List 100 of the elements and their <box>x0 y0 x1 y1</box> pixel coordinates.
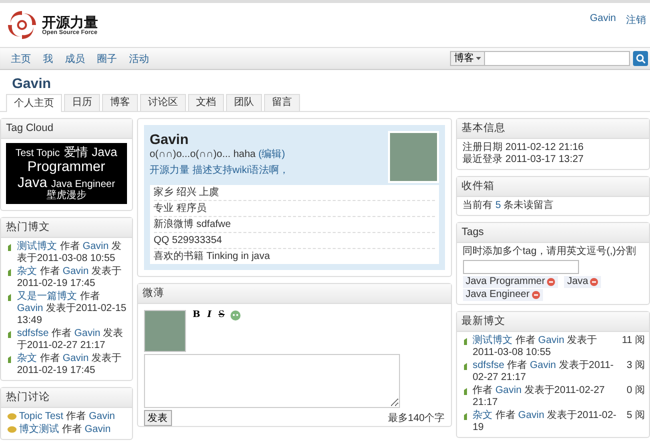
edit-link[interactable]: (编辑) <box>258 149 286 160</box>
avatar-photo-placeholder <box>144 310 186 352</box>
cloud-tag[interactable]: 爱情 <box>64 146 88 160</box>
author-link[interactable]: Gavin <box>84 424 111 435</box>
search-button[interactable] <box>633 51 648 66</box>
nav-link[interactable]: 圈子 <box>97 52 117 66</box>
blog-title-link[interactable]: 测试博文 <box>17 240 57 252</box>
format-button[interactable]: I <box>205 310 214 320</box>
status-text: o(∩∩)o...o(∩∩)o... haha <box>150 149 256 160</box>
nav-link[interactable]: 活动 <box>129 52 149 66</box>
blog-title-link[interactable]: 测试博文 <box>472 335 513 346</box>
topic-entry-text: 博文测试 作者 Gavin <box>19 424 111 436</box>
nav-link[interactable]: 成员 <box>65 52 85 66</box>
field-label: 喜欢的书籍 <box>154 251 204 262</box>
author-link[interactable]: Gavin <box>17 302 44 314</box>
field-value: Tinking in java <box>206 251 270 262</box>
author-link[interactable]: Gavin <box>88 410 115 422</box>
field-value: 529933354 <box>172 235 222 246</box>
author-link[interactable]: Gavin <box>74 328 100 339</box>
panel-title: 基本信息 <box>456 119 649 139</box>
tab[interactable]: 文档 <box>188 94 224 111</box>
format-button[interactable]: S <box>216 310 227 320</box>
tab[interactable]: 个人主页 <box>6 94 62 112</box>
field-label: QQ <box>154 235 170 246</box>
tab[interactable]: 日历 <box>64 94 100 111</box>
remove-icon[interactable] <box>532 291 540 299</box>
topic-link[interactable]: 博文测试 <box>19 424 59 435</box>
field-label: 家乡 <box>154 187 174 198</box>
microblog-input[interactable] <box>144 354 400 408</box>
panel-title: 热门博文 <box>1 218 132 238</box>
tag-label: Java Engineer <box>466 289 530 301</box>
user-link[interactable]: 注销 <box>626 13 646 47</box>
cloud-tag[interactable]: Programmer <box>27 159 106 175</box>
user-link[interactable]: Gavin <box>590 13 616 47</box>
author-link[interactable]: Gavin <box>538 335 564 346</box>
field-label: 专业 <box>154 203 174 214</box>
panel-title: Tags <box>456 223 649 243</box>
info-label: 最近登录 <box>462 154 503 165</box>
unread-count-link[interactable]: 5 <box>495 200 501 211</box>
blog-entry-text: sdfsfse 作者 Gavin 发表于2011-02-27 21:17 <box>17 328 124 352</box>
blog-title-link[interactable]: 又是一篇博文 <box>17 290 77 302</box>
smiley-icon[interactable] <box>230 310 241 321</box>
field-label: 新浪微博 <box>154 219 194 230</box>
tags-hint: 同时添加多个tag，请用英文逗号(,)分割 <box>462 246 637 258</box>
tag-input[interactable] <box>462 260 579 274</box>
topic-entry-text: Topic Test 作者 Gavin <box>19 410 115 423</box>
blog-entry-text: sdfsfse 作者 Gavin 发表于2011-02-27 21:17 <box>472 360 615 384</box>
search-field[interactable] <box>485 51 630 66</box>
blog-entry-text: 作者 Gavin 发表于2011-02-27 21:17 <box>472 385 606 409</box>
info-label: 注册日期 <box>462 142 503 153</box>
cloud-tag[interactable]: Java <box>92 146 118 160</box>
nav-link[interactable]: 我 <box>43 52 53 66</box>
inbox-message: 当前有 5 条未读留言 <box>462 200 554 211</box>
blog-entry-text: 测试博文 作者 Gavin 发表于2011-03-08 10:55 <box>17 240 122 265</box>
author-link[interactable]: Gavin <box>518 410 544 421</box>
remove-icon[interactable] <box>590 278 598 286</box>
panel-title: Tag Cloud <box>1 119 132 139</box>
search-scope-dropdown[interactable]: 博客 <box>450 51 485 66</box>
blog-title-link[interactable]: sdfsfse <box>17 328 49 339</box>
panel-title: 微薄 <box>138 284 451 304</box>
blog-title-link[interactable]: sdfsfse <box>472 360 504 371</box>
blog-entry-text: 杂文 作者 Gavin 发表于2011-02-19 17:45 <box>17 266 122 290</box>
tab[interactable]: 博客 <box>102 94 138 111</box>
profile-description: 开源力量 描述支持wiki语法啊， <box>150 164 290 177</box>
read-count: 5 阅 <box>626 410 645 423</box>
author-link[interactable]: Gavin <box>62 266 89 277</box>
field-value: 程序员 <box>176 203 206 214</box>
caret-icon <box>476 57 481 60</box>
read-count: 11 阅 <box>622 335 645 348</box>
blog-title-link[interactable]: 杂文 <box>17 266 37 277</box>
remove-icon[interactable] <box>547 278 556 286</box>
format-button[interactable]: B <box>190 310 202 320</box>
avatar-photo-placeholder <box>388 131 439 183</box>
swirl-logo-icon <box>5 8 39 42</box>
blog-entry-text: 测试博文 作者 Gavin 发表于2011-03-08 10:55 <box>472 335 598 359</box>
nav-link[interactable]: 主页 <box>11 52 31 66</box>
page-title: Gavin <box>11 74 52 92</box>
cloud-tag[interactable]: Test Topic <box>15 148 60 159</box>
panel-title: 收件箱 <box>456 177 649 197</box>
cloud-tag[interactable]: Java <box>18 174 48 190</box>
tag-label: Java Programmer <box>466 276 546 288</box>
info-value: 2011-02-12 21:16 <box>505 142 584 153</box>
cloud-tag[interactable]: 壁虎漫步 <box>46 190 86 201</box>
author-link[interactable]: Gavin <box>82 240 109 252</box>
blog-title-link[interactable]: 杂文 <box>472 410 493 421</box>
author-link[interactable]: Gavin <box>530 360 556 371</box>
read-count: 3 阅 <box>626 360 645 373</box>
profile-name: Gavin <box>150 131 190 147</box>
panel-title: 热门讨论 <box>1 388 132 408</box>
cloud-tag[interactable]: Java Engineer <box>51 178 116 190</box>
field-value: 绍兴 上虞 <box>176 187 220 198</box>
tab[interactable]: 讨论区 <box>140 94 186 111</box>
author-link[interactable]: Gavin <box>62 352 89 364</box>
tab[interactable]: 团队 <box>226 94 262 111</box>
blog-title-link[interactable]: 杂文 <box>17 352 37 364</box>
tab[interactable]: 留言 <box>264 94 300 111</box>
topic-link[interactable]: Topic Test <box>19 410 64 422</box>
blog-entry-text: 又是一篇博文 作者 Gavin 发表于2011-02-15 13:49 <box>17 290 128 327</box>
author-link[interactable]: Gavin <box>495 385 522 396</box>
post-button[interactable]: 发表 <box>144 410 172 426</box>
